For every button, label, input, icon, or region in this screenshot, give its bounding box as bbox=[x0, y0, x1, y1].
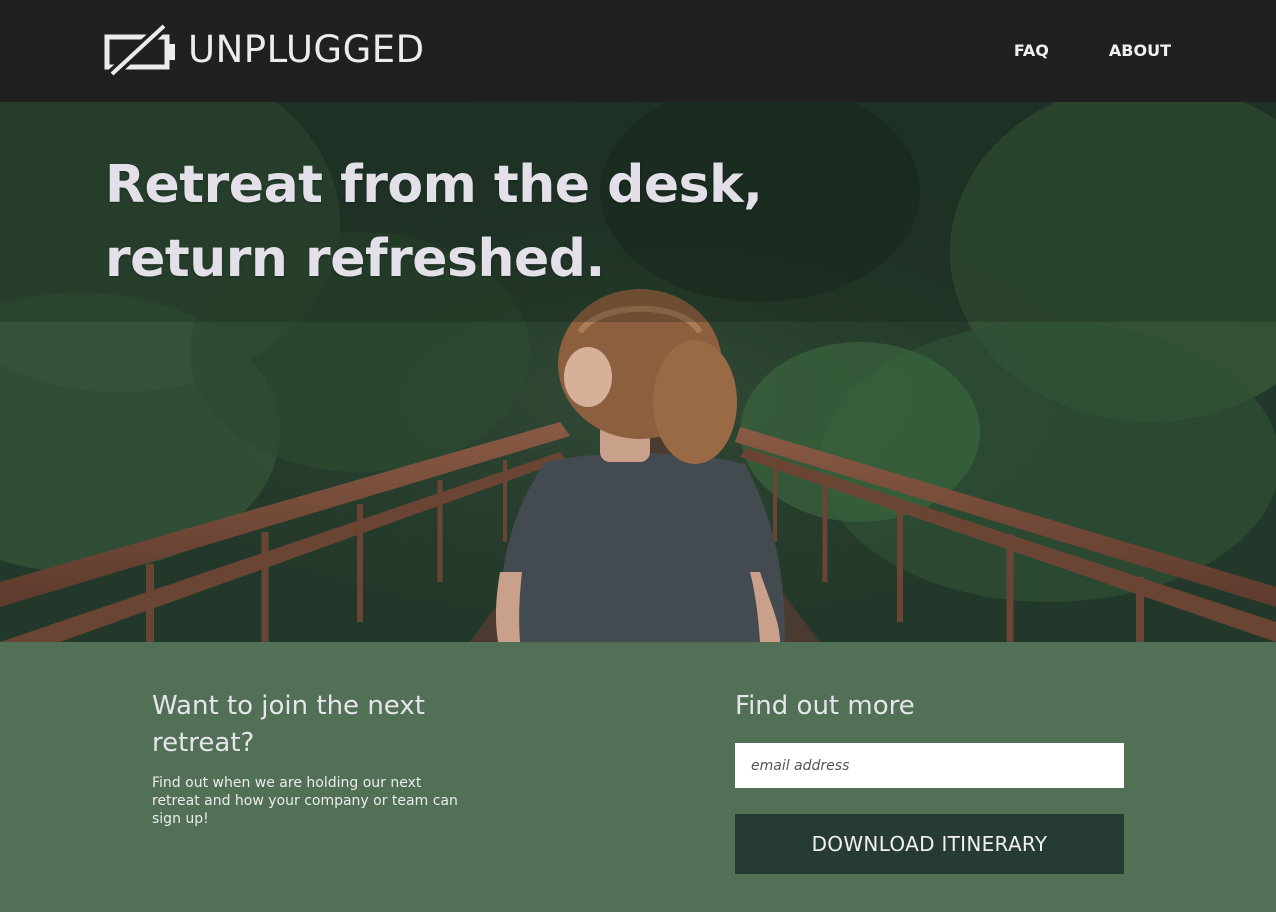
nav-link-faq[interactable]: FAQ bbox=[1014, 40, 1049, 62]
main-nav: FAQ ABOUT bbox=[1014, 40, 1171, 62]
brand-name: UNPLUGGED bbox=[188, 28, 425, 71]
site-header: UNPLUGGED FAQ ABOUT bbox=[0, 0, 1276, 102]
join-description: Find out when we are holding our next re… bbox=[152, 775, 458, 827]
brand-logo[interactable]: UNPLUGGED bbox=[104, 22, 425, 78]
join-title: Want to join the next retreat? bbox=[152, 691, 425, 758]
unplugged-battery-icon bbox=[104, 22, 175, 78]
join-block: Want to join the next retreat? Find out … bbox=[152, 688, 482, 828]
email-field[interactable] bbox=[735, 743, 1124, 788]
nav-link-about[interactable]: ABOUT bbox=[1109, 40, 1171, 62]
cta-section: Want to join the next retreat? Find out … bbox=[0, 642, 1276, 912]
hero-title: Retreat from the desk, return refreshed. bbox=[105, 155, 763, 289]
signup-title: Find out more bbox=[735, 691, 915, 721]
download-itinerary-button[interactable]: DOWNLOAD ITINERARY bbox=[735, 814, 1124, 874]
signup-block: Find out more DOWNLOAD ITINERARY bbox=[735, 688, 1124, 874]
hero-section: Retreat from the desk, return refreshed. bbox=[0, 102, 1276, 642]
